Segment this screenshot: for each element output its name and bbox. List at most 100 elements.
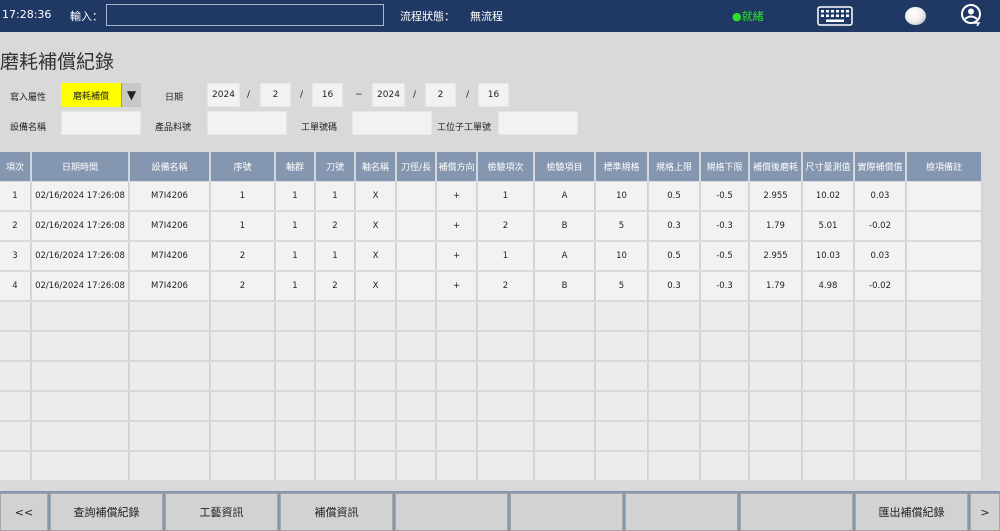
- device-input[interactable]: [61, 111, 141, 135]
- cell-tool-no: [316, 362, 355, 390]
- table-row[interactable]: [0, 452, 1000, 481]
- blank-button[interactable]: [740, 493, 853, 531]
- table-row[interactable]: [0, 302, 1000, 331]
- dropdown-arrow-icon[interactable]: ▼: [121, 83, 141, 107]
- cell-wear-after-comp: [750, 422, 802, 450]
- cell-item-no: [0, 362, 31, 390]
- blank-button[interactable]: [625, 493, 738, 531]
- date-from-day[interactable]: 16: [312, 83, 343, 107]
- date-label: 日期: [165, 93, 184, 103]
- date-to-year[interactable]: 2024: [372, 83, 405, 107]
- table-row[interactable]: 4 02/16/2024 17:26:08 M7I4206 2 1 2 X +2 B 5 0.3 -0…: [0, 272, 1000, 301]
- cell-item-remark: [907, 332, 982, 360]
- cell-tool-dia-len: [397, 182, 436, 210]
- date-to-day[interactable]: 16: [478, 83, 509, 107]
- cell-tool-no: 2: [316, 272, 355, 300]
- blank-button[interactable]: [395, 493, 508, 531]
- cell-serial-no: [211, 392, 275, 420]
- cell-device-name: [130, 302, 210, 330]
- station-input[interactable]: [498, 111, 578, 135]
- cell-inspect-item: [535, 302, 595, 330]
- cell-tool-dia-len: [397, 212, 436, 240]
- compensation-info-button[interactable]: 補償資訊: [280, 493, 393, 531]
- workorder-input[interactable]: [352, 111, 432, 135]
- cell-inspect-item: B: [535, 212, 595, 240]
- cell-axis-group: 1: [276, 182, 315, 210]
- cell-std-spec: 5: [596, 212, 648, 240]
- cell-spec-upper: [649, 332, 700, 360]
- table-row[interactable]: [0, 362, 1000, 391]
- cell-item-remark: [907, 452, 982, 480]
- cell-item-no: 3: [0, 242, 31, 270]
- keyboard-icon[interactable]: [817, 6, 853, 26]
- user-switch-icon[interactable]: [960, 4, 982, 28]
- cell-std-spec: 10: [596, 182, 648, 210]
- cell-item-remark: [907, 272, 982, 300]
- process-info-button[interactable]: 工藝資訊: [165, 493, 278, 531]
- cell-item-remark: [907, 362, 982, 390]
- cell-tool-no: 2: [316, 212, 355, 240]
- cell-spec-lower: [701, 452, 749, 480]
- clock: 17:28:36: [2, 8, 52, 21]
- workorder-label: 工單號碼: [301, 123, 338, 133]
- cell-device-name: [130, 392, 210, 420]
- device-label: 設備名稱: [10, 123, 47, 133]
- export-records-button[interactable]: 匯出補償紀錄: [855, 493, 968, 531]
- cell-item-no: 1: [0, 182, 31, 210]
- cell-tool-dia-len: [397, 452, 436, 480]
- cell-inspect-item: [535, 422, 595, 450]
- cell-serial-no: 2: [211, 242, 275, 270]
- col-header-spec-upper: 規格上限: [649, 152, 700, 181]
- cell-spec-upper: 0.5: [649, 242, 700, 270]
- cell-tool-dia-len: [397, 392, 436, 420]
- col-header-device-name: 設備名稱: [130, 152, 210, 181]
- cell-serial-no: 1: [211, 182, 275, 210]
- cell-spec-lower: -0.5: [701, 242, 749, 270]
- query-records-button[interactable]: 查詢補償紀錄: [50, 493, 163, 531]
- date-from-year[interactable]: 2024: [207, 83, 240, 107]
- cell-axis-group: [276, 302, 315, 330]
- cell-std-spec: 5: [596, 272, 648, 300]
- cell-spec-lower: [701, 332, 749, 360]
- cell-comp-direction: [437, 362, 477, 390]
- date-sep: /: [247, 90, 251, 100]
- col-header-inspect-item: 檢驗項目: [535, 152, 595, 181]
- cell-item-no: [0, 452, 31, 480]
- table-row[interactable]: 1 02/16/2024 17:26:08 M7I4206 1 1 1 X +1 A 10 0.5-…: [0, 182, 1000, 211]
- cell-std-spec: [596, 302, 648, 330]
- status-circle-icon[interactable]: [905, 7, 926, 25]
- cell-tool-no: 1: [316, 242, 355, 270]
- cell-item-no: [0, 302, 31, 330]
- prev-page-button[interactable]: <<: [0, 493, 48, 531]
- table-row[interactable]: 3 02/16/2024 17:26:08 M7I4206 2 1 1 X +1 A 10 0.5-…: [0, 242, 1000, 271]
- command-input[interactable]: [106, 4, 384, 26]
- date-sep: /: [300, 90, 304, 100]
- table-row[interactable]: [0, 332, 1000, 361]
- top-bar: 17:28:36 輸入： 流程狀態： 無流程 ●就緒: [0, 0, 1000, 32]
- cell-comp-direction: [437, 392, 477, 420]
- cell-device-name: M7I4206: [130, 212, 210, 240]
- table-row[interactable]: [0, 422, 1000, 451]
- cell-axis-group: [276, 422, 315, 450]
- cell-serial-no: [211, 452, 275, 480]
- write-attr-select[interactable]: 磨耗補償 ▼: [61, 83, 141, 107]
- next-page-button[interactable]: >: [970, 493, 1000, 531]
- cell-spec-upper: [649, 362, 700, 390]
- cell-axis-name: X: [356, 212, 396, 240]
- station-label: 工位子工單號: [437, 123, 492, 133]
- date-from-month[interactable]: 2: [260, 83, 291, 107]
- cell-measured-size: [803, 452, 854, 480]
- cell-datetime: 02/16/2024 17:26:08: [32, 212, 129, 240]
- col-header-datetime: 日期時間: [32, 152, 129, 181]
- table-row[interactable]: [0, 392, 1000, 421]
- date-to-month[interactable]: 2: [425, 83, 456, 107]
- cell-device-name: [130, 422, 210, 450]
- product-input[interactable]: [207, 111, 287, 135]
- cell-serial-no: [211, 332, 275, 360]
- table-row[interactable]: 2 02/16/2024 17:26:08 M7I4206 1 1 2 X +2 B 5 0.3 -0…: [0, 212, 1000, 241]
- cell-serial-no: [211, 302, 275, 330]
- cell-device-name: M7I4206: [130, 272, 210, 300]
- blank-button[interactable]: [510, 493, 623, 531]
- cell-actual-comp: 0.03: [855, 182, 906, 210]
- cell-datetime: [32, 392, 129, 420]
